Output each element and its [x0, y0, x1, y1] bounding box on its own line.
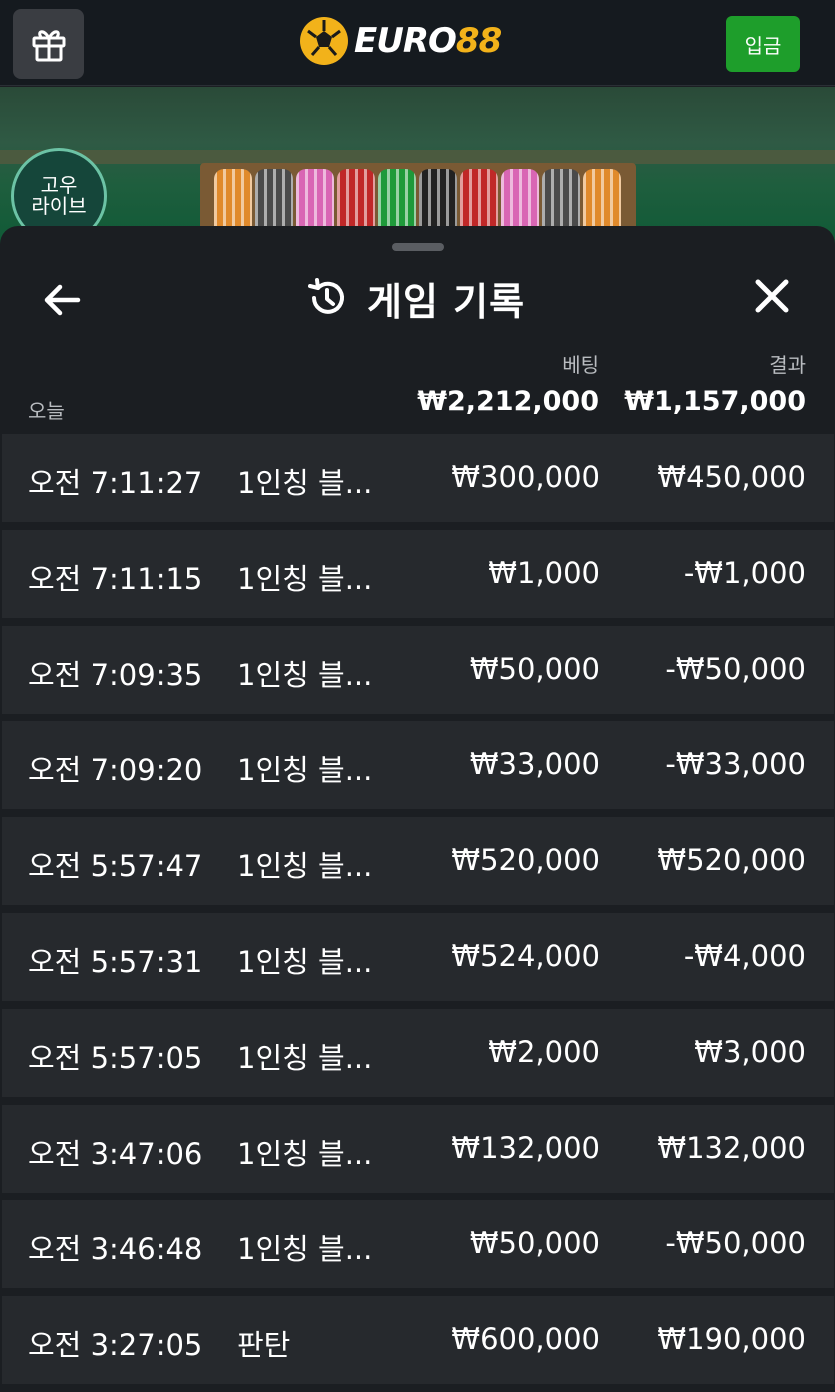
live-game-view: 고우 라이브	[0, 87, 835, 247]
row-result: ₩132,000	[657, 1130, 806, 1165]
row-result: ₩450,000	[657, 460, 806, 494]
logo-text-88: 88	[455, 21, 502, 61]
row-bet: ₩132,000	[451, 1130, 600, 1165]
arrow-left-icon	[44, 284, 81, 316]
row-bet: ₩524,000	[451, 938, 600, 973]
bet-total: ₩2,212,000	[417, 386, 599, 417]
row-bet: ₩600,000	[451, 1322, 600, 1357]
row-time: 오전 5:57:31	[28, 944, 203, 979]
row-time: 오전 7:11:15	[28, 561, 203, 596]
gift-icon	[32, 30, 65, 62]
history-row[interactable]: 오전 5:57:47 1인칭 블... ₩520,000 ₩520,000	[2, 817, 834, 906]
history-row[interactable]: 오전 5:57:31 1인칭 블... ₩524,000 -₩4,000	[2, 912, 834, 1001]
live-badge-line2: 라이브	[31, 194, 87, 218]
game-history-panel: 게임 기록 베팅 결과 오늘 ₩2,212,000 ₩1,157,000 오전 …	[0, 226, 835, 1392]
history-row[interactable]: 오전 7:09:35 1인칭 블... ₩50,000 -₩50,000	[2, 625, 834, 714]
close-button[interactable]	[750, 274, 794, 318]
row-game: 1인칭 블...	[237, 657, 373, 692]
row-game: 1인칭 블...	[237, 753, 373, 788]
row-bet: ₩50,000	[469, 651, 600, 686]
top-bar: EURO88 입금	[0, 0, 835, 86]
row-time: 오전 3:27:05	[28, 1328, 203, 1363]
drag-handle[interactable]	[392, 243, 444, 251]
row-time: 오전 7:09:20	[28, 753, 203, 788]
row-game: 1인칭 블...	[237, 1136, 373, 1171]
table-rail	[0, 150, 835, 164]
day-label: 오늘	[28, 399, 65, 423]
euro88-logo[interactable]: EURO88	[300, 16, 502, 66]
row-time: 오전 7:09:35	[28, 657, 203, 692]
bet-column-header: 베팅	[562, 353, 599, 377]
history-row[interactable]: 오전 3:47:06 1인칭 블... ₩132,000 ₩132,000	[2, 1104, 834, 1193]
row-game: 1인칭 블...	[237, 1040, 373, 1075]
row-result: -₩33,000	[665, 747, 806, 782]
gift-button[interactable]	[13, 9, 84, 79]
daily-summary: 베팅 결과 오늘 ₩2,212,000 ₩1,157,000	[0, 336, 835, 434]
history-icon	[308, 278, 344, 314]
row-result: -₩4,000	[683, 938, 806, 973]
logo-text-euro: EURO	[354, 21, 457, 61]
history-row[interactable]: 오전 7:11:15 1인칭 블... ₩1,000 -₩1,000	[2, 529, 834, 618]
row-game: 1인칭 블...	[237, 466, 373, 500]
history-row[interactable]: 오전 7:11:27 1인칭 블... ₩300,000 ₩450,000	[2, 434, 834, 522]
row-time: 오전 7:11:27	[28, 466, 203, 500]
row-bet: ₩2,000	[488, 1034, 600, 1069]
row-bet: ₩50,000	[469, 1226, 600, 1261]
logo-text: EURO88	[354, 21, 502, 61]
row-result: -₩1,000	[683, 555, 806, 590]
history-row[interactable]: 오전 5:57:05 1인칭 블... ₩2,000 ₩3,000	[2, 1008, 834, 1097]
history-row[interactable]: 오전 3:27:05 판탄 ₩600,000 ₩190,000	[2, 1296, 834, 1385]
row-game: 1인칭 블...	[237, 561, 373, 596]
row-result: ₩520,000	[657, 843, 806, 878]
row-bet: ₩300,000	[451, 460, 600, 494]
row-result: -₩50,000	[665, 651, 806, 686]
panel-title: 게임 기록	[367, 279, 526, 324]
row-game: 판탄	[237, 1328, 291, 1363]
back-button[interactable]	[40, 278, 84, 322]
row-time: 오전 3:46:48	[28, 1232, 203, 1267]
panel-header: 게임 기록	[305, 270, 525, 326]
live-badge-line1: 고우	[40, 173, 78, 197]
result-total: ₩1,157,000	[624, 386, 806, 417]
soccer-ball-icon	[300, 17, 348, 65]
close-icon	[755, 279, 789, 313]
row-game: 1인칭 블...	[237, 1232, 373, 1267]
row-time: 오전 3:47:06	[28, 1136, 203, 1171]
row-game: 1인칭 블...	[237, 849, 373, 884]
history-row[interactable]: 오전 7:09:20 1인칭 블... ₩33,000 -₩33,000	[2, 721, 834, 810]
history-list: 오전 7:11:27 1인칭 블... ₩300,000 ₩450,000 오전…	[2, 434, 834, 1392]
row-time: 오전 5:57:47	[28, 849, 203, 884]
row-result: -₩50,000	[665, 1226, 806, 1261]
row-result: ₩3,000	[694, 1034, 806, 1069]
row-bet: ₩33,000	[469, 747, 600, 782]
deposit-button[interactable]: 입금	[726, 16, 800, 72]
row-bet: ₩520,000	[451, 843, 600, 878]
row-time: 오전 5:57:05	[28, 1040, 203, 1075]
row-game: 1인칭 블...	[237, 944, 373, 979]
result-column-header: 결과	[769, 353, 806, 377]
row-bet: ₩1,000	[488, 555, 600, 590]
history-row[interactable]: 오전 3:46:48 1인칭 블... ₩50,000 -₩50,000	[2, 1200, 834, 1289]
row-result: ₩190,000	[657, 1322, 806, 1357]
